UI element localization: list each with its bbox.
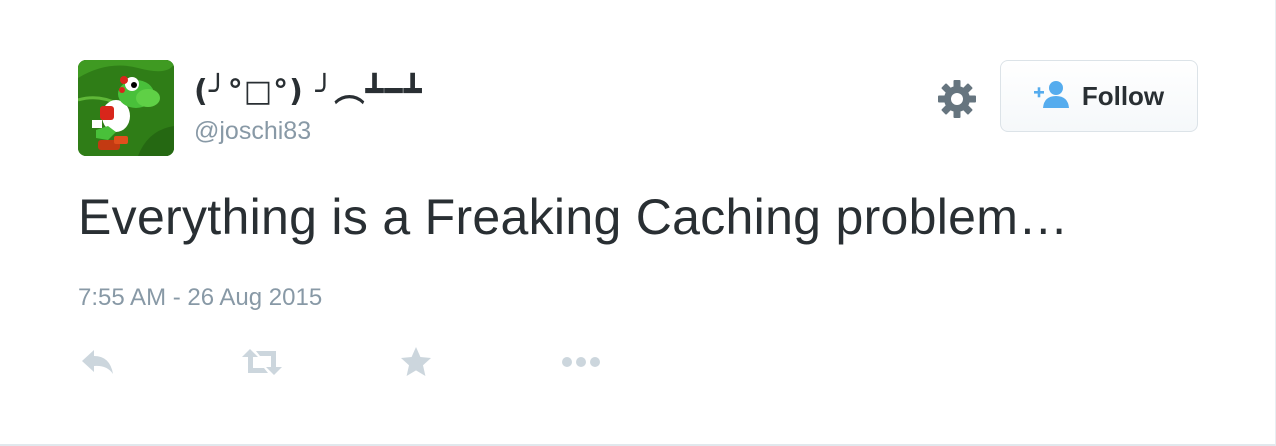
follow-button[interactable]: Follow [1000,60,1198,132]
user-handle[interactable]: @joschi83 [194,117,311,146]
tweet-card: (╯°□°) ╯︵┻━┻ @joschi83 Follow Everything… [0,0,1276,446]
retweet-icon[interactable] [240,344,284,380]
follow-button-label: Follow [1081,80,1165,111]
tweet-timestamp[interactable]: 7:55 AM - 26 Aug 2015 [78,284,322,312]
more-icon[interactable] [560,344,604,380]
star-icon[interactable] [398,344,434,380]
reply-icon[interactable] [80,344,116,380]
tweet-text: Everything is a Freaking Caching problem… [78,189,1069,245]
gear-icon[interactable] [936,78,978,120]
avatar[interactable] [78,60,174,156]
yoshi-avatar-image [78,60,174,156]
display-name[interactable]: (╯°□°) ╯︵┻━┻ [194,66,423,110]
add-user-icon [1033,79,1070,114]
